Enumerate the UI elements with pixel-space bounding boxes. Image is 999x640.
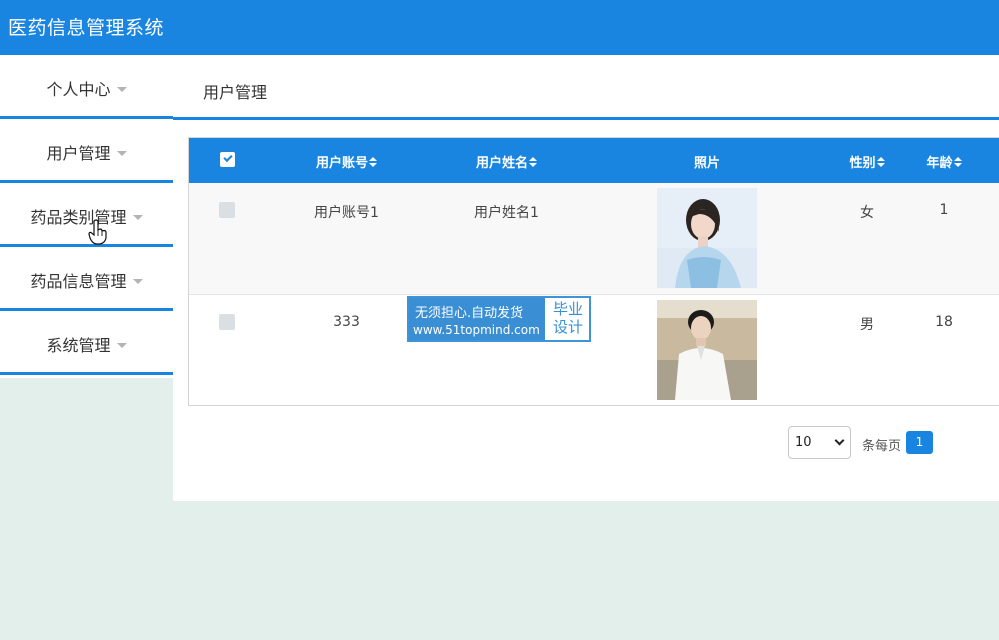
caret-down-icon xyxy=(116,150,127,156)
cell-account: 333 xyxy=(333,314,360,330)
column-header-account[interactable]: 用户账号 xyxy=(289,152,404,171)
column-header-age[interactable]: 年龄 xyxy=(909,152,979,171)
sort-icon xyxy=(876,157,885,168)
page-size-select[interactable]: 10 xyxy=(788,426,851,459)
sidebar-item-label: 系统管理 xyxy=(46,336,111,355)
caret-down-icon xyxy=(116,342,127,348)
top-navbar: 医药信息管理系统 xyxy=(0,0,999,55)
user-table: 用户账号 用户姓名 照片 性别 年龄 用户账号1 用户姓名1 女 1 333 男… xyxy=(188,137,999,406)
column-header-gender[interactable]: 性别 xyxy=(827,152,907,171)
table-row[interactable]: 用户账号1 用户姓名1 女 1 xyxy=(189,183,999,295)
watermark-badge-line: 设计 xyxy=(552,318,583,336)
sidebar-item-label: 用户管理 xyxy=(46,144,111,163)
watermark-text: 无须担心.自动发货 xyxy=(415,306,524,321)
cell-gender: 女 xyxy=(860,205,874,221)
cell-gender: 男 xyxy=(860,317,874,333)
caret-down-icon xyxy=(116,86,127,92)
table-header: 用户账号 用户姓名 照片 性别 年龄 xyxy=(189,138,999,183)
page-button-current[interactable]: 1 xyxy=(906,431,933,454)
breadcrumb-divider xyxy=(173,117,999,120)
sidebar-item-drug-category-management[interactable]: 药品类别管理 xyxy=(0,183,173,247)
hand-pointer-cursor-icon xyxy=(88,219,107,245)
row-checkbox[interactable] xyxy=(219,202,235,218)
chevron-down-icon xyxy=(834,435,845,446)
cell-account: 用户账号1 xyxy=(314,205,379,221)
sidebar: 个人中心 用户管理 药品类别管理 药品信息管理 系统管理 xyxy=(0,55,173,378)
sidebar-item-label: 药品信息管理 xyxy=(30,272,127,291)
table-row[interactable]: 333 男 18 xyxy=(189,295,999,405)
sidebar-item-label: 药品类别管理 xyxy=(30,208,127,227)
per-page-label: 条每页 xyxy=(862,439,902,454)
caret-down-icon xyxy=(132,278,143,284)
sort-icon xyxy=(529,157,537,168)
watermark-badge: 毕业 设计 xyxy=(547,300,589,336)
main-content: 用户管理 用户账号 用户姓名 照片 性别 年龄 用户账号1 用户姓名1 女 1 … xyxy=(173,55,999,501)
sort-icon xyxy=(953,157,962,168)
cell-name: 用户姓名1 xyxy=(474,205,539,221)
watermark-banner: 无须担心.自动发货 www.51topmind.com 毕业 设计 xyxy=(407,296,591,342)
sidebar-item-user-management[interactable]: 用户管理 xyxy=(0,119,173,183)
row-checkbox[interactable] xyxy=(219,314,235,330)
app-title: 医药信息管理系统 xyxy=(8,17,165,39)
sidebar-item-label: 个人中心 xyxy=(46,80,111,99)
woman-portrait-photo xyxy=(657,188,757,288)
cell-age: 18 xyxy=(935,314,953,330)
watermark-badge-line: 毕业 xyxy=(552,300,583,318)
watermark-url: www.51topmind.com xyxy=(413,323,540,337)
man-portrait-photo xyxy=(657,300,757,400)
page-size-value: 10 xyxy=(795,435,812,450)
column-header-photo: 照片 xyxy=(693,156,720,171)
sort-icon xyxy=(369,157,377,168)
sidebar-item-system-management[interactable]: 系统管理 xyxy=(0,311,173,375)
cell-age: 1 xyxy=(939,202,949,218)
sidebar-item-personal-center[interactable]: 个人中心 xyxy=(0,55,173,119)
caret-down-icon xyxy=(132,214,143,220)
sidebar-item-drug-info-management[interactable]: 药品信息管理 xyxy=(0,247,173,311)
column-header-name[interactable]: 用户姓名 xyxy=(449,152,564,171)
breadcrumb: 用户管理 xyxy=(203,83,268,102)
select-all-checkbox[interactable] xyxy=(220,152,235,167)
